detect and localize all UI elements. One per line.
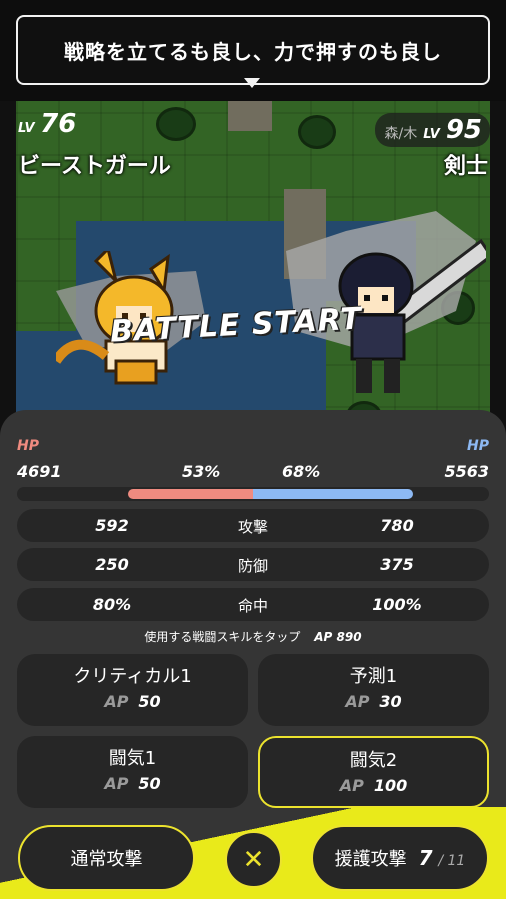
right-hp-label: HP: [467, 438, 489, 454]
support-attack-button[interactable]: 援護攻撃 7 / 11: [311, 825, 489, 891]
left-unit-level: LV 76: [18, 109, 76, 139]
level-value: 95: [445, 115, 482, 145]
level-label: LV: [423, 127, 440, 142]
tip-banner: 戦略を立てるも良し、力で押すのも良し: [0, 0, 506, 101]
available-ap: AP 890: [314, 630, 362, 644]
tip-text: 戦略を立てるも良し、力で押すのも良し: [16, 15, 490, 85]
stat-row-defense: 250 防御 375: [17, 548, 489, 581]
skill-cost: AP 100: [339, 776, 408, 795]
stat-label: 攻撃: [237, 518, 268, 536]
left-hp-percent: 53%: [182, 462, 221, 481]
close-icon[interactable]: ✕: [225, 831, 282, 888]
skill-name: 闘気2: [349, 750, 398, 771]
banner-pointer-icon: [244, 78, 260, 88]
support-count: 7: [418, 846, 433, 870]
skill-cost: AP 50: [104, 774, 161, 793]
right-unit-level: 森/木 LV 95: [374, 113, 490, 147]
support-total: / 11: [438, 853, 466, 869]
right-hp-value: 5563: [444, 462, 489, 481]
skill-name: クリティカル1: [73, 666, 192, 687]
right-stat-value: 780: [380, 516, 414, 535]
skill-hint: 使用する戦闘スキルをタップ AP 890: [0, 628, 506, 645]
stat-row-accuracy: 80% 命中 100%: [17, 588, 489, 621]
battle-scene: LV 76 ビーストガール 森/木 LV 95 剣士: [16, 101, 490, 450]
skill-button-fighting-spirit1[interactable]: 闘気1 AP 50: [17, 736, 248, 808]
level-value: 76: [40, 109, 77, 139]
normal-attack-button[interactable]: 通常攻撃: [18, 825, 195, 891]
skill-button-fighting-spirit2[interactable]: 闘気2 AP 100: [258, 736, 489, 808]
left-stat-value: 250: [95, 555, 129, 574]
skill-hint-text: 使用する戦闘スキルをタップ: [144, 630, 301, 644]
hp-comparison-bar: [128, 489, 413, 499]
left-hp-fill: [128, 489, 253, 499]
left-stat-value: 592: [95, 516, 129, 535]
skill-name: 闘気1: [108, 748, 157, 769]
stat-row-attack: 592 攻撃 780: [17, 509, 489, 542]
left-unit-name: ビーストガール: [18, 154, 171, 179]
left-hp-value: 4691: [17, 462, 62, 481]
skill-name: 予測1: [349, 666, 398, 687]
right-stat-value: 100%: [372, 595, 422, 614]
skill-cost: AP 30: [345, 692, 402, 711]
skill-cost: AP 50: [104, 692, 161, 711]
right-hp-percent: 68%: [282, 462, 321, 481]
skill-button-predict1[interactable]: 予測1 AP 30: [258, 654, 489, 726]
right-unit-name: 剣士: [443, 154, 488, 179]
left-hp-label: HP: [17, 438, 39, 454]
right-stat-value: 375: [380, 555, 414, 574]
support-attack-label: 援護攻撃: [334, 849, 407, 870]
right-hp-fill: [252, 489, 413, 499]
stat-label: 命中: [237, 597, 268, 615]
stat-label: 防御: [237, 557, 268, 575]
level-label: LV: [18, 121, 35, 136]
terrain-label: 森/木: [384, 126, 418, 142]
skill-button-critical1[interactable]: クリティカル1 AP 50: [17, 654, 248, 726]
left-stat-value: 80%: [92, 595, 132, 614]
